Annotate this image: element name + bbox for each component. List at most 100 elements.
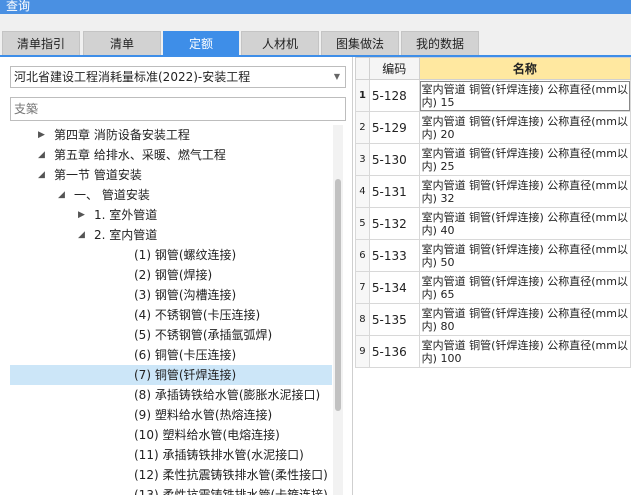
tree-node[interactable]: (5) 不锈钢管(承插氩弧焊) — [10, 325, 332, 345]
dropdown-arrow-icon[interactable]: ▼ — [334, 67, 340, 87]
right-panel: 编码 名称 1 5-128 室内管道 铜管(钎焊连接) 公称直径(mm以 内) 15… — [353, 57, 631, 495]
header-rownum — [355, 57, 370, 80]
table-row[interactable]: 8 5-135 室内管道 铜管(钎焊连接) 公称直径(mm以 内) 80 — [355, 303, 631, 336]
tab-list-guide[interactable]: 清单指引 — [2, 31, 80, 56]
code-cell[interactable]: 5-132 — [368, 207, 420, 240]
tree-node[interactable]: (10) 塑料给水管(电熔连接) — [10, 425, 332, 445]
name-cell[interactable]: 室内管道 铜管(钎焊连接) 公称直径(mm以 内) 65 — [418, 271, 631, 304]
tree-node[interactable]: (4) 不锈钢管(卡压连接) — [10, 305, 332, 325]
tree-node-label: 第四章 消防设备安装工程 — [54, 128, 190, 142]
table-row[interactable]: 4 5-131 室内管道 铜管(钎焊连接) 公称直径(mm以 内) 32 — [355, 175, 631, 208]
tree-node[interactable]: (7) 铜管(钎焊连接) — [10, 365, 332, 385]
tab-bar: 清单指引 清单 定额 人材机 图集做法 我的数据 — [0, 14, 631, 56]
tree-node[interactable]: (11) 承插铸铁排水管(水泥接口) — [10, 445, 332, 465]
tab-list[interactable]: 清单 — [83, 31, 161, 56]
tree-node-label: (12) 柔性抗震铸铁排水管(柔性接口) — [134, 468, 328, 482]
row-number: 5 — [355, 207, 370, 240]
expand-arrow-icon[interactable]: ▶ — [38, 125, 48, 145]
collapse-arrow-icon[interactable]: ◢ — [78, 225, 88, 245]
tree-node[interactable]: (8) 承插铸铁给水管(膨胀水泥接口) — [10, 385, 332, 405]
table-row[interactable]: 7 5-134 室内管道 铜管(钎焊连接) 公称直径(mm以 内) 65 — [355, 271, 631, 304]
tree-node[interactable]: ▶ 1. 室外管道 — [10, 205, 332, 225]
tree-node[interactable]: ◢ 2. 室内管道 — [10, 225, 332, 245]
header-name[interactable]: 名称 — [418, 57, 631, 80]
code-cell[interactable]: 5-136 — [368, 335, 420, 368]
tree-node-label: (9) 塑料给水管(热熔连接) — [134, 408, 273, 422]
table-row[interactable]: 2 5-129 室内管道 铜管(钎焊连接) 公称直径(mm以 内) 20 — [355, 111, 631, 144]
row-number: 6 — [355, 239, 370, 272]
code-cell[interactable]: 5-131 — [368, 175, 420, 208]
tree-node-label: (8) 承插铸铁给水管(膨胀水泥接口) — [134, 388, 321, 402]
code-cell[interactable]: 5-128 — [368, 79, 420, 112]
row-number: 9 — [355, 335, 370, 368]
name-cell[interactable]: 室内管道 铜管(钎焊连接) 公称直径(mm以 内) 100 — [418, 335, 631, 368]
code-cell[interactable]: 5-134 — [368, 271, 420, 304]
tree-node-label: (2) 钢管(焊接) — [134, 268, 213, 282]
row-number: 7 — [355, 271, 370, 304]
tree-node[interactable]: (1) 钢管(螺纹连接) — [10, 245, 332, 265]
table-row[interactable]: 1 5-128 室内管道 铜管(钎焊连接) 公称直径(mm以 内) 15 — [355, 79, 631, 112]
collapse-arrow-icon[interactable]: ◢ — [58, 185, 68, 205]
chapter-tree: ▶ 第四章 消防设备安装工程 ◢ 第五章 给排水、采暖、燃气工程 ◢ 第一节 管道安装 ◢ 一… — [10, 125, 346, 495]
row-number: 4 — [355, 175, 370, 208]
row-number: 1 — [355, 79, 370, 112]
tab-quota[interactable]: 定额 — [163, 31, 239, 56]
table-row[interactable]: 5 5-132 室内管道 铜管(钎焊连接) 公称直径(mm以 内) 40 — [355, 207, 631, 240]
tree-node[interactable]: (12) 柔性抗震铸铁排水管(柔性接口) — [10, 465, 332, 485]
table-row[interactable]: 3 5-130 室内管道 铜管(钎焊连接) 公称直径(mm以 内) 25 — [355, 143, 631, 176]
tree-node[interactable]: (2) 钢管(焊接) — [10, 265, 332, 285]
tree-node-label: 第五章 给排水、采暖、燃气工程 — [54, 148, 226, 162]
name-cell[interactable]: 室内管道 铜管(钎焊连接) 公称直径(mm以 内) 20 — [418, 111, 631, 144]
name-cell[interactable]: 室内管道 铜管(钎焊连接) 公称直径(mm以 内) 50 — [418, 239, 631, 272]
name-cell[interactable]: 室内管道 铜管(钎焊连接) 公称直径(mm以 内) 80 — [418, 303, 631, 336]
tree-node[interactable]: (13) 柔性抗震铸铁排水管(卡箍连接) — [10, 485, 332, 495]
scrollbar-thumb[interactable] — [335, 179, 341, 411]
name-cell[interactable]: 室内管道 铜管(钎焊连接) 公称直径(mm以 内) 32 — [418, 175, 631, 208]
expand-arrow-icon[interactable]: ▶ — [78, 205, 88, 225]
tree-node-label: 一、 管道安装 — [74, 188, 150, 202]
tab-labor-material-machine[interactable]: 人材机 — [241, 31, 319, 56]
row-number: 2 — [355, 111, 370, 144]
quota-table: 编码 名称 1 5-128 室内管道 铜管(钎焊连接) 公称直径(mm以 内) 15… — [355, 57, 631, 368]
tree-node[interactable]: ◢ 第五章 给排水、采暖、燃气工程 — [10, 145, 332, 165]
search-input[interactable] — [10, 97, 346, 121]
tree-node-label: (11) 承插铸铁排水管(水泥接口) — [134, 448, 304, 462]
tree-node-label: (4) 不锈钢管(卡压连接) — [134, 308, 261, 322]
header-code[interactable]: 编码 — [368, 57, 420, 80]
tree-node-label: (13) 柔性抗震铸铁排水管(卡箍连接) — [134, 488, 328, 495]
name-cell[interactable]: 室内管道 铜管(钎焊连接) 公称直径(mm以 内) 40 — [418, 207, 631, 240]
table-row[interactable]: 6 5-133 室内管道 铜管(钎焊连接) 公称直径(mm以 内) 50 — [355, 239, 631, 272]
tab-atlas-method[interactable]: 图集做法 — [321, 31, 399, 56]
row-number: 3 — [355, 143, 370, 176]
tree-node-label: (6) 铜管(卡压连接) — [134, 348, 237, 362]
row-number: 8 — [355, 303, 370, 336]
tree-node-label: (10) 塑料给水管(电熔连接) — [134, 428, 280, 442]
tree-node[interactable]: ◢ 一、 管道安装 — [10, 185, 332, 205]
tree-scrollbar[interactable] — [333, 125, 343, 495]
standard-select-value: 河北省建设工程消耗量标准(2022)-安装工程 — [14, 70, 251, 84]
collapse-arrow-icon[interactable]: ◢ — [38, 165, 48, 185]
tree-node[interactable]: (9) 塑料给水管(热熔连接) — [10, 405, 332, 425]
name-cell[interactable]: 室内管道 铜管(钎焊连接) 公称直径(mm以 内) 25 — [418, 143, 631, 176]
tree-node-label: 1. 室外管道 — [94, 208, 158, 222]
table-row[interactable]: 9 5-136 室内管道 铜管(钎焊连接) 公称直径(mm以 内) 100 — [355, 335, 631, 368]
tree-node-label: 第一节 管道安装 — [54, 168, 142, 182]
code-cell[interactable]: 5-135 — [368, 303, 420, 336]
tree-node-label: (7) 铜管(钎焊连接) — [134, 368, 237, 382]
name-cell[interactable]: 室内管道 铜管(钎焊连接) 公称直径(mm以 内) 15 — [418, 79, 631, 112]
window-title: 查询 — [0, 0, 631, 14]
code-cell[interactable]: 5-133 — [368, 239, 420, 272]
tree-node[interactable]: ◢ 第一节 管道安装 — [10, 165, 332, 185]
tree-node[interactable]: ▶ 第四章 消防设备安装工程 — [10, 125, 332, 145]
tree-node-label: (3) 钢管(沟槽连接) — [134, 288, 237, 302]
collapse-arrow-icon[interactable]: ◢ — [38, 145, 48, 165]
tree-node[interactable]: (3) 钢管(沟槽连接) — [10, 285, 332, 305]
tree-node[interactable]: (6) 铜管(卡压连接) — [10, 345, 332, 365]
tab-my-data[interactable]: 我的数据 — [401, 31, 479, 56]
code-cell[interactable]: 5-129 — [368, 111, 420, 144]
tree-node-label: (1) 钢管(螺纹连接) — [134, 248, 237, 262]
tree-node-label: 2. 室内管道 — [94, 228, 158, 242]
code-cell[interactable]: 5-130 — [368, 143, 420, 176]
left-panel: 河北省建设工程消耗量标准(2022)-安装工程 ▼ ▶ 第四章 消防设备安装工程 ◢… — [0, 57, 353, 495]
standard-select[interactable]: 河北省建设工程消耗量标准(2022)-安装工程 ▼ — [10, 66, 346, 88]
